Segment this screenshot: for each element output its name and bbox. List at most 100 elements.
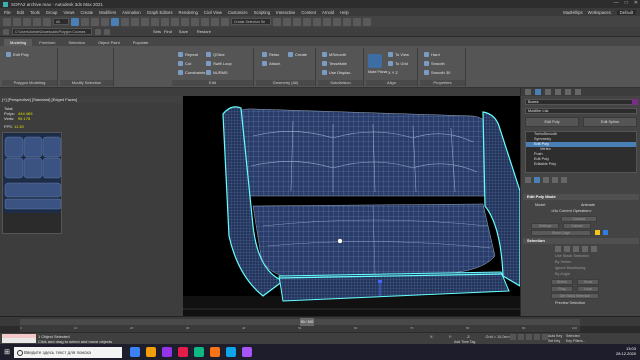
attach-button[interactable]: Attach <box>262 61 280 66</box>
edit-poly-mode-rollout[interactable]: Edit Poly Mode <box>523 194 639 200</box>
settings-button[interactable]: Settings <box>531 223 559 229</box>
stack-item-editable-poly[interactable]: Editable Poly <box>526 162 636 167</box>
menu-civil-view[interactable]: Civil View <box>204 10 222 15</box>
perspective-viewport[interactable] <box>183 96 520 316</box>
object-color-swatch[interactable] <box>632 99 638 105</box>
app-icon[interactable] <box>242 347 252 357</box>
configure-sets-icon[interactable] <box>561 177 567 183</box>
rendered-frame-icon[interactable] <box>353 17 361 26</box>
key-filters-button[interactable]: Key Filters... <box>566 339 585 343</box>
move-icon[interactable] <box>111 17 119 26</box>
curve-editor-icon[interactable] <box>313 17 321 26</box>
menu-rendering[interactable]: Rendering <box>179 10 198 15</box>
swift-loop-button[interactable]: Swift Loop <box>206 61 232 66</box>
commit-button[interactable]: Commit <box>561 216 597 222</box>
tab-modeling[interactable]: Modeling <box>4 39 33 46</box>
keyboard-shortcut-icon[interactable] <box>181 17 189 26</box>
app-icon[interactable] <box>194 347 204 357</box>
maxscript-listener[interactable] <box>2 334 36 343</box>
workspace-select[interactable]: Default <box>616 9 636 15</box>
render-icon[interactable] <box>363 17 371 26</box>
tessellate-button[interactable]: Tessellate <box>322 61 347 66</box>
create-tab-icon[interactable] <box>525 89 531 95</box>
mirror-icon[interactable] <box>273 17 281 26</box>
menu-animation[interactable]: Animation <box>122 10 141 15</box>
ignore-backfacing-checkbox[interactable]: Ignore Backfacing <box>555 266 585 270</box>
remove-modifier-icon[interactable] <box>552 177 558 183</box>
scale-icon[interactable] <box>131 17 139 26</box>
menu-create[interactable]: Create <box>81 10 94 15</box>
align-xyz-button[interactable]: X Y Z <box>388 70 398 75</box>
to-view-button[interactable]: To View <box>388 52 409 57</box>
windows-start-icon[interactable]: ⊞ <box>0 344 14 360</box>
named-selection-set[interactable]: Create Selection Se <box>231 18 271 25</box>
app-icon[interactable] <box>130 347 140 357</box>
edge-level-icon[interactable] <box>564 246 570 252</box>
toggle-ribbon-icon[interactable] <box>303 17 311 26</box>
menu-edit[interactable]: Edit <box>17 10 24 15</box>
selection-filter[interactable]: All <box>53 18 69 25</box>
material-editor-icon[interactable] <box>333 17 341 26</box>
tab-selection[interactable]: Selection <box>62 39 90 46</box>
modify-tab-icon[interactable] <box>535 89 541 95</box>
set-key-button[interactable]: Set Key <box>548 339 560 343</box>
ring-button[interactable]: Ring <box>551 286 573 292</box>
use-displacement-button[interactable]: Use Displac. <box>322 70 351 75</box>
window-crossing-icon[interactable] <box>101 17 109 26</box>
app-icon[interactable] <box>162 347 172 357</box>
maximize-button[interactable]: □ <box>625 0 628 6</box>
get-stack-selection-button[interactable]: Get Stack Selection <box>551 293 599 299</box>
auto-key-button[interactable]: Auto Key <box>548 334 562 338</box>
cage-color-swatch[interactable] <box>595 230 600 235</box>
next-frame-icon[interactable] <box>534 334 540 340</box>
menu-graph-editors[interactable]: Graph Editors <box>147 10 173 15</box>
play-icon[interactable] <box>526 334 532 340</box>
edit-poly-button[interactable]: Edit Poly <box>6 52 29 57</box>
render-setup-icon[interactable] <box>343 17 351 26</box>
constraints-button[interactable]: Constraints <box>178 70 205 75</box>
pin-stack-icon[interactable] <box>525 177 531 183</box>
menu-customize[interactable]: Customize <box>228 10 248 15</box>
align-icon[interactable] <box>283 17 291 26</box>
animate-radio[interactable]: Animate <box>581 203 595 207</box>
repeat-button[interactable]: Repeat <box>178 52 198 57</box>
app-icon[interactable] <box>210 347 220 357</box>
pin-icon[interactable] <box>95 28 101 35</box>
hard-button[interactable]: Hard <box>424 52 440 57</box>
menu-file[interactable]: File <box>4 10 11 15</box>
qslice-button[interactable]: QSlice <box>206 52 225 57</box>
percent-snap-icon[interactable] <box>211 17 219 26</box>
menu-interactive[interactable]: Interactive <box>276 10 295 15</box>
select-object-icon[interactable] <box>71 17 79 26</box>
rotate-icon[interactable] <box>121 17 129 26</box>
system-tray-clock[interactable]: 13:03 28.12.2020 <box>616 346 636 356</box>
use-stack-selection-checkbox[interactable]: Use Stack Selection <box>555 254 589 258</box>
cage-selected-color-swatch[interactable] <box>603 230 608 235</box>
menu-arnold[interactable]: Arnold <box>322 10 334 15</box>
place-icon[interactable] <box>141 17 149 26</box>
bind-space-warp-icon[interactable] <box>43 17 51 26</box>
edit-spline-modifier-button[interactable]: Edit Spline <box>583 117 637 127</box>
cancel-button[interactable]: Cancel <box>563 223 591 229</box>
nurms-button[interactable]: NURMS <box>206 70 228 75</box>
save-button[interactable]: Save <box>179 29 188 34</box>
selection-rollout[interactable]: Selection <box>523 238 639 244</box>
app-icon[interactable] <box>178 347 188 357</box>
show-end-result-icon[interactable] <box>534 177 540 183</box>
menu-views[interactable]: Views <box>63 10 74 15</box>
menu-modifiers[interactable]: Modifiers <box>99 10 116 15</box>
msmooth-button[interactable]: MSmooth <box>322 52 346 57</box>
minimize-button[interactable]: — <box>614 0 619 6</box>
make-planar-icon[interactable] <box>368 54 382 68</box>
create-button[interactable]: Create <box>288 52 307 57</box>
user-account[interactable]: MadHillips <box>563 10 582 15</box>
by-vertex-checkbox[interactable]: By Vertex <box>555 260 571 264</box>
polygon-level-icon[interactable] <box>582 246 588 252</box>
menu-content[interactable]: Content <box>301 10 316 15</box>
unlink-icon[interactable] <box>33 17 41 26</box>
taskbar-search-input[interactable]: Введите здесь текст для поиска <box>14 346 122 358</box>
select-manipulate-icon[interactable] <box>171 17 179 26</box>
select-by-name-icon[interactable] <box>81 17 89 26</box>
vertex-level-icon[interactable] <box>555 246 561 252</box>
layer-explorer-icon[interactable] <box>293 17 301 26</box>
